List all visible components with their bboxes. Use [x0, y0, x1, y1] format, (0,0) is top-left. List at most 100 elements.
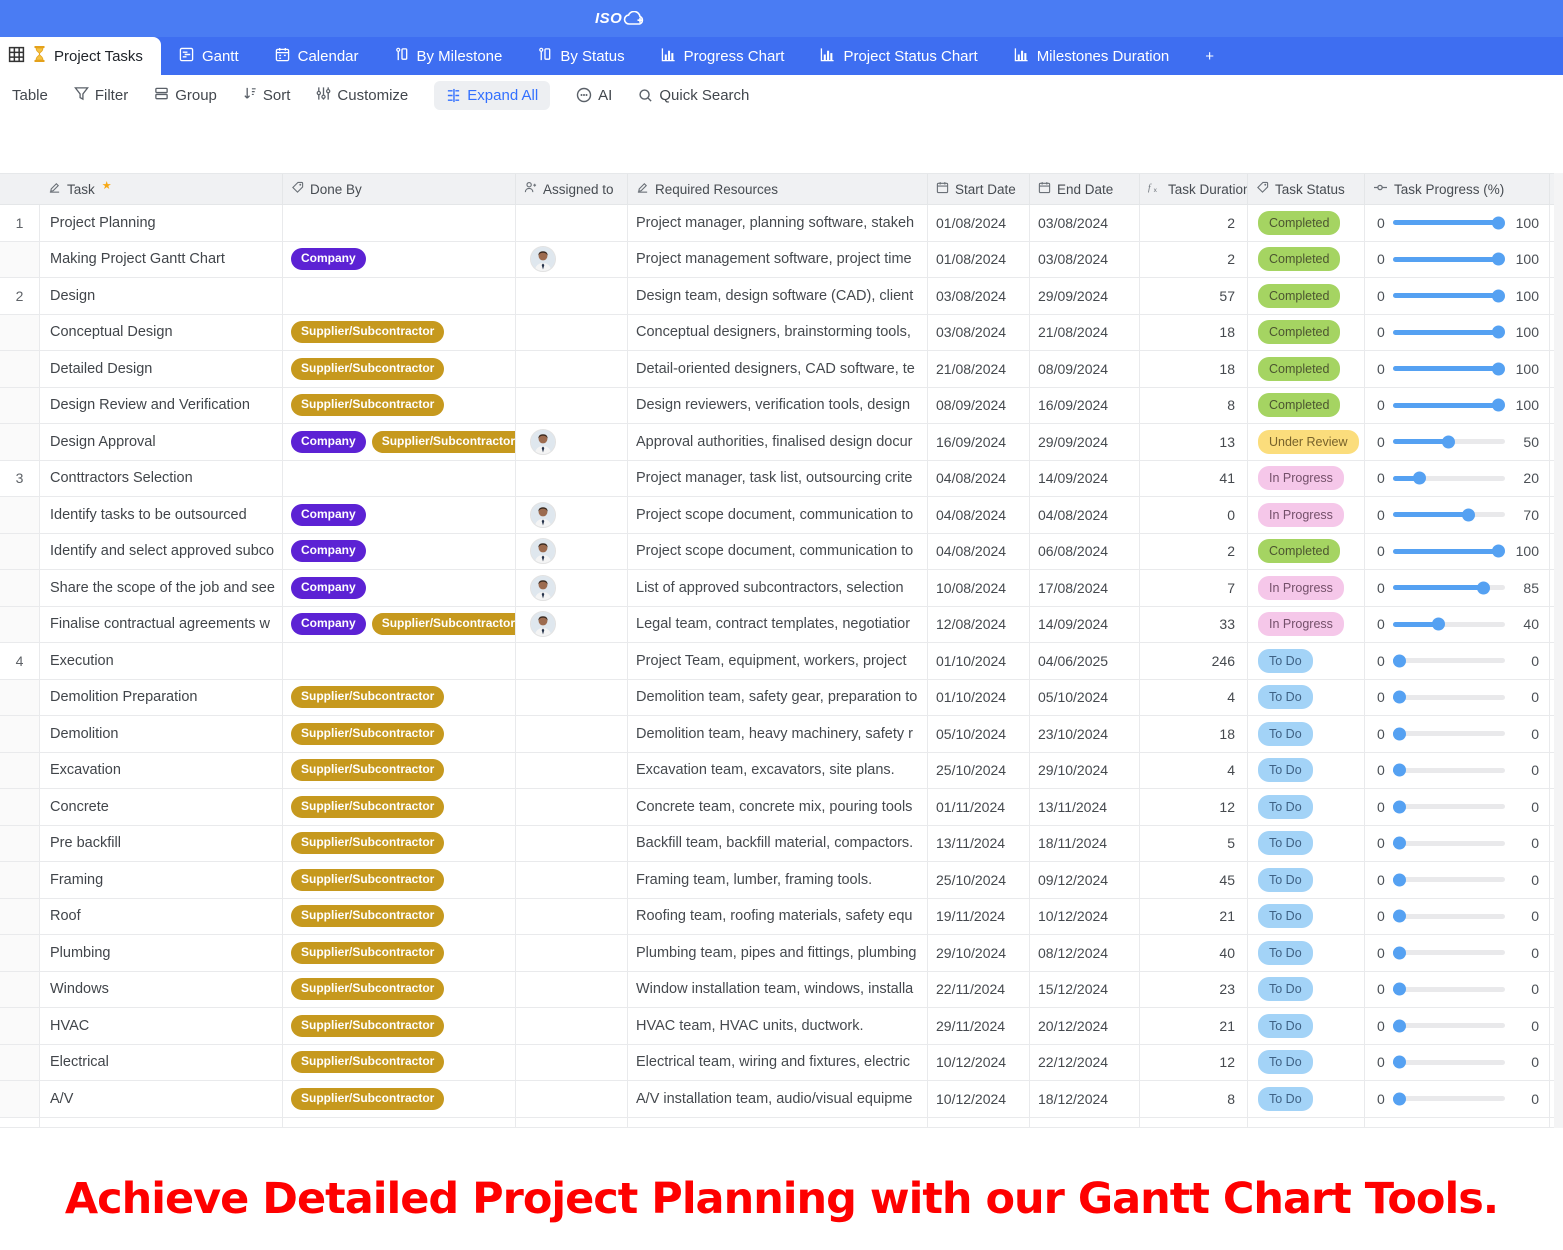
slider-thumb[interactable]: [1492, 545, 1505, 558]
row-number[interactable]: [0, 534, 40, 570]
slider-thumb[interactable]: [1393, 1056, 1406, 1069]
row-number[interactable]: 2: [0, 278, 40, 314]
assignee-cell[interactable]: [516, 862, 628, 898]
column-header-required-resources[interactable]: Required Resources: [628, 174, 928, 204]
status-cell[interactable]: To Do: [1248, 789, 1365, 825]
assignee-cell[interactable]: [516, 424, 628, 460]
resources-cell[interactable]: Project manager, planning software, stak…: [628, 205, 928, 241]
done-by-cell[interactable]: Supplier/Subcontractor: [283, 716, 516, 752]
progress-slider[interactable]: [1393, 585, 1505, 590]
done-by-cell[interactable]: Supplier/Subcontractor: [283, 935, 516, 971]
progress-cell[interactable]: 00: [1365, 789, 1550, 825]
slider-thumb[interactable]: [1492, 399, 1505, 412]
slider-thumb[interactable]: [1442, 435, 1455, 448]
assignee-cell[interactable]: [516, 643, 628, 679]
duration-cell[interactable]: 40: [1140, 935, 1248, 971]
done-by-cell[interactable]: Supplier/Subcontractor: [283, 680, 516, 716]
end-date-cell[interactable]: 29/09/2024: [1030, 278, 1140, 314]
slider-thumb[interactable]: [1393, 654, 1406, 667]
status-cell[interactable]: To Do: [1248, 680, 1365, 716]
resources-cell[interactable]: Electrical team, wiring and fixtures, el…: [628, 1045, 928, 1081]
slider-thumb[interactable]: [1393, 910, 1406, 923]
resources-cell[interactable]: Demolition team, heavy machinery, safety…: [628, 716, 928, 752]
row-number[interactable]: [0, 497, 40, 533]
duration-cell[interactable]: 5: [1140, 826, 1248, 862]
slider-thumb[interactable]: [1393, 1019, 1406, 1032]
end-date-cell[interactable]: 04/08/2024: [1030, 497, 1140, 533]
task-cell[interactable]: Identify tasks to be outsourced: [40, 497, 283, 533]
slider-thumb[interactable]: [1393, 873, 1406, 886]
progress-slider[interactable]: [1393, 658, 1505, 663]
progress-cell[interactable]: 00: [1365, 826, 1550, 862]
resources-cell[interactable]: Plumbing team, pipes and fittings, plumb…: [628, 935, 928, 971]
row-number[interactable]: [0, 388, 40, 424]
status-cell[interactable]: Completed: [1248, 534, 1365, 570]
duration-cell[interactable]: 41: [1140, 461, 1248, 497]
row-number[interactable]: [0, 570, 40, 606]
start-date-cell[interactable]: 03/08/2024: [928, 278, 1030, 314]
progress-slider[interactable]: [1393, 1096, 1505, 1101]
done-by-cell[interactable]: Company: [283, 534, 516, 570]
row-number[interactable]: [0, 424, 40, 460]
progress-slider[interactable]: [1393, 877, 1505, 882]
quick-search[interactable]: Quick Search: [638, 87, 749, 104]
tab-project-status-chart[interactable]: Project Status Chart: [802, 37, 995, 75]
assignee-cell[interactable]: [516, 534, 628, 570]
progress-slider[interactable]: [1393, 1060, 1505, 1065]
done-by-cell[interactable]: Supplier/Subcontractor: [283, 388, 516, 424]
duration-cell[interactable]: 4: [1140, 680, 1248, 716]
end-date-cell[interactable]: 09/12/2024: [1030, 862, 1140, 898]
assignee-cell[interactable]: [516, 278, 628, 314]
assignee-cell[interactable]: [516, 388, 628, 424]
assignee-cell[interactable]: [516, 1081, 628, 1117]
start-date-cell[interactable]: 22/11/2024: [928, 972, 1030, 1008]
slider-thumb[interactable]: [1393, 800, 1406, 813]
task-cell[interactable]: Share the scope of the job and see: [40, 570, 283, 606]
status-cell[interactable]: To Do: [1248, 972, 1365, 1008]
task-cell[interactable]: Demolition: [40, 716, 283, 752]
resources-cell[interactable]: Project management software, project tim…: [628, 242, 928, 278]
end-date-cell[interactable]: 14/09/2024: [1030, 607, 1140, 643]
assignee-cell[interactable]: [516, 607, 628, 643]
done-by-cell[interactable]: Supplier/Subcontractor: [283, 826, 516, 862]
progress-cell[interactable]: 00: [1365, 862, 1550, 898]
resources-cell[interactable]: HVAC team, HVAC units, ductwork.: [628, 1008, 928, 1044]
slider-thumb[interactable]: [1492, 326, 1505, 339]
duration-cell[interactable]: 12: [1140, 1045, 1248, 1081]
progress-cell[interactable]: 00: [1365, 680, 1550, 716]
row-number[interactable]: [0, 351, 40, 387]
end-date-cell[interactable]: 15/12/2024: [1030, 972, 1140, 1008]
end-date-cell[interactable]: 10/12/2024: [1030, 899, 1140, 935]
duration-cell[interactable]: 12: [1140, 789, 1248, 825]
status-cell[interactable]: To Do: [1248, 935, 1365, 971]
end-date-cell[interactable]: 03/08/2024: [1030, 205, 1140, 241]
slider-thumb[interactable]: [1462, 508, 1475, 521]
start-date-cell[interactable]: 12/08/2024: [928, 607, 1030, 643]
duration-cell[interactable]: 23: [1140, 972, 1248, 1008]
status-cell[interactable]: Completed: [1248, 388, 1365, 424]
duration-cell[interactable]: 2: [1140, 242, 1248, 278]
slider-thumb[interactable]: [1492, 216, 1505, 229]
tab-by-status[interactable]: By Status: [520, 37, 642, 75]
duration-cell[interactable]: 4: [1140, 753, 1248, 789]
done-by-cell[interactable]: [283, 278, 516, 314]
status-cell[interactable]: Completed: [1248, 278, 1365, 314]
done-by-cell[interactable]: [283, 205, 516, 241]
done-by-cell[interactable]: Supplier/Subcontractor: [283, 1045, 516, 1081]
end-date-cell[interactable]: 17/08/2024: [1030, 570, 1140, 606]
resources-cell[interactable]: A/V installation team, audio/visual equi…: [628, 1081, 928, 1117]
status-cell[interactable]: Completed: [1248, 205, 1365, 241]
row-number[interactable]: [0, 680, 40, 716]
slider-thumb[interactable]: [1413, 472, 1426, 485]
progress-slider[interactable]: [1393, 220, 1505, 225]
done-by-cell[interactable]: [283, 643, 516, 679]
start-date-cell[interactable]: 08/09/2024: [928, 388, 1030, 424]
start-date-cell[interactable]: 01/08/2024: [928, 205, 1030, 241]
end-date-cell[interactable]: 20/12/2024: [1030, 1008, 1140, 1044]
assignee-cell[interactable]: [516, 753, 628, 789]
row-number[interactable]: [0, 826, 40, 862]
done-by-cell[interactable]: Supplier/Subcontractor: [283, 351, 516, 387]
start-date-cell[interactable]: 10/12/2024: [928, 1081, 1030, 1117]
task-cell[interactable]: Electrical: [40, 1045, 283, 1081]
done-by-cell[interactable]: Company: [283, 570, 516, 606]
